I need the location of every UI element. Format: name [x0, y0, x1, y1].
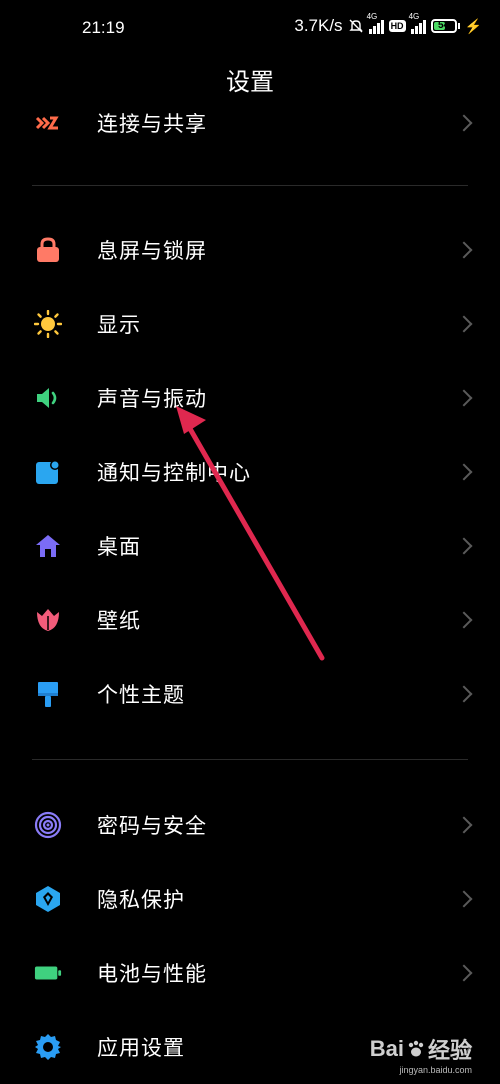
settings-item-battery-performance[interactable]: 电池与性能 — [0, 936, 500, 1010]
settings-item-label: 桌面 — [97, 535, 141, 559]
privacy-icon — [34, 885, 62, 913]
watermark-brand: Bai — [369, 1036, 404, 1061]
settings-item-label: 息屏与锁屏 — [97, 239, 207, 263]
settings-item-label: 应用设置 — [97, 1036, 185, 1060]
settings-item-wallpaper[interactable]: 壁纸 — [0, 583, 500, 657]
network-speed: 3.7K/s — [294, 16, 343, 35]
settings-item-label: 连接与共享 — [97, 112, 207, 136]
settings-item-label: 壁纸 — [97, 609, 141, 633]
sun-icon — [34, 310, 62, 338]
chevron-right-icon — [455, 964, 473, 982]
settings-item-label: 通知与控制中心 — [97, 461, 251, 485]
settings-item-privacy[interactable]: 隐私保护 — [0, 862, 500, 936]
watermark-url: jingyan.baidu.com — [399, 1065, 472, 1075]
settings-item-connection-sharing[interactable]: 连接与共享 — [0, 86, 500, 160]
battery-icon — [34, 959, 62, 987]
settings-item-display[interactable]: 显示 — [0, 287, 500, 361]
status-indicators: 3.7K/s 4G HD 4G 54 ⚡ — [294, 12, 482, 36]
settings-item-sound-vibration[interactable]: 声音与振动 — [0, 361, 500, 435]
brush-icon — [34, 680, 62, 708]
notification-icon — [34, 458, 62, 486]
status-bar: 21:19 3.7K/s 4G HD 4G 54 ⚡ — [0, 0, 500, 58]
status-time: 21:19 — [82, 18, 125, 37]
chevron-right-icon — [455, 114, 473, 132]
settings-item-label: 电池与性能 — [97, 962, 207, 986]
share-icon — [34, 109, 62, 137]
lock-icon — [34, 236, 62, 264]
settings-item-label: 个性主题 — [97, 683, 185, 707]
chevron-right-icon — [455, 816, 473, 834]
settings-item-label: 显示 — [97, 313, 141, 337]
chevron-right-icon — [455, 389, 473, 407]
section-divider — [32, 759, 468, 760]
chevron-right-icon — [455, 890, 473, 908]
settings-item-desktop[interactable]: 桌面 — [0, 509, 500, 583]
settings-item-label: 隐私保护 — [97, 888, 185, 912]
settings-item-themes[interactable]: 个性主题 — [0, 657, 500, 731]
chevron-right-icon — [455, 685, 473, 703]
paw-icon — [408, 1040, 424, 1057]
chevron-right-icon — [455, 241, 473, 259]
hd-icon: HD — [388, 20, 406, 32]
settings-item-password-security[interactable]: 密码与安全 — [0, 788, 500, 862]
signal-icon-1: 4G — [367, 12, 384, 34]
chevron-right-icon — [455, 463, 473, 481]
watermark: Bai 经验 jingyan.baidu.com — [370, 1033, 472, 1075]
section-divider — [32, 185, 468, 186]
settings-item-lock-screen[interactable]: 息屏与锁屏 — [0, 213, 500, 287]
settings-item-label: 声音与振动 — [97, 387, 207, 411]
settings-item-notification-control-center[interactable]: 通知与控制中心 — [0, 435, 500, 509]
fingerprint-icon — [34, 811, 62, 839]
tulip-icon — [34, 606, 62, 634]
speaker-icon — [34, 384, 62, 412]
settings-item-label: 密码与安全 — [97, 814, 207, 838]
watermark-brand-suffix: 经验 — [427, 1038, 472, 1063]
gear-icon — [34, 1033, 62, 1061]
chevron-right-icon — [455, 537, 473, 555]
chevron-right-icon — [455, 315, 473, 333]
charging-icon: ⚡ — [464, 17, 482, 34]
home-icon — [34, 532, 62, 560]
chevron-right-icon — [455, 611, 473, 629]
battery-indicator: 54 — [430, 19, 460, 33]
signal-icon-2: 4G — [409, 12, 426, 34]
battery-level: 54 — [438, 20, 450, 31]
mute-icon — [348, 19, 363, 33]
